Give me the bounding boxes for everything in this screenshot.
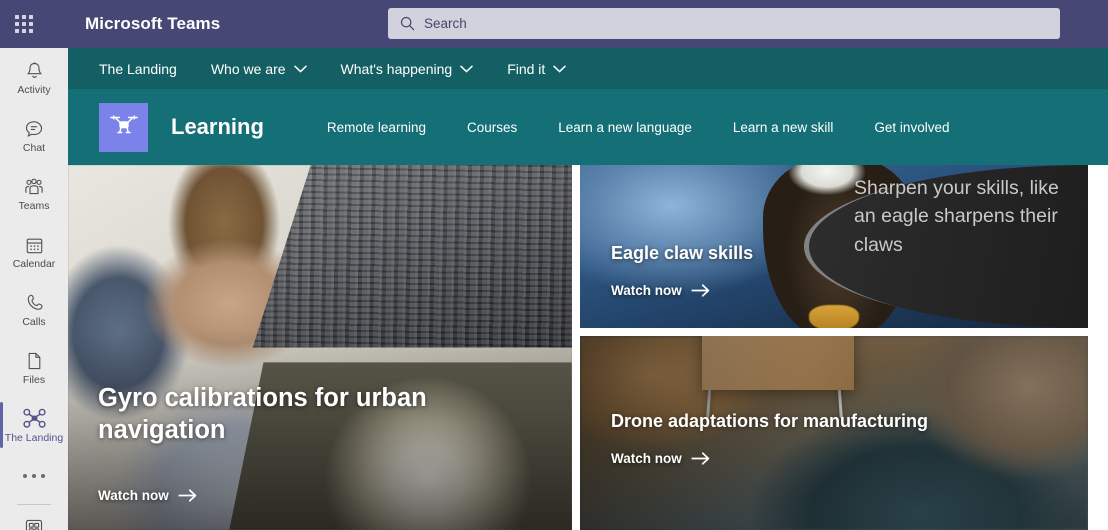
eagle-talon-region xyxy=(808,305,860,328)
sidebar-more-button[interactable] xyxy=(0,454,68,498)
card-title: Gyro calibrations for urban navigation xyxy=(98,383,427,444)
app-launcher-button[interactable] xyxy=(0,0,48,48)
people-icon xyxy=(22,174,46,197)
sidebar-item-label: Teams xyxy=(18,200,50,213)
chat-bubble-icon xyxy=(22,116,46,139)
hero-scrim xyxy=(68,165,572,530)
chevron-down-icon xyxy=(460,65,473,73)
drone-icon xyxy=(109,111,139,143)
card-eagle-claw-skills[interactable]: Sharpen your skills, like an eagle sharp… xyxy=(580,165,1088,328)
sidebar-item-files[interactable]: Files xyxy=(0,338,68,396)
nav-item-label: Who we are xyxy=(210,60,286,77)
sidebar-item-label: Chat xyxy=(22,142,46,155)
watch-now-label: Watch now xyxy=(98,488,169,503)
site-link-learn-a-new-language[interactable]: Learn a new language xyxy=(558,120,692,135)
eagle-quote-text: Sharpen your skills, like an eagle sharp… xyxy=(854,177,1059,256)
watch-now-link[interactable]: Watch now xyxy=(98,488,197,503)
app-title: Microsoft Teams xyxy=(85,14,221,33)
nav-item-label: The Landing xyxy=(99,60,177,77)
site-title: Learning xyxy=(171,114,264,139)
sidebar-item-label: The Landing xyxy=(4,432,64,445)
card-title: Eagle claw skills xyxy=(611,243,754,263)
nav-item-label: What's happening xyxy=(340,60,453,77)
apps-grid-icon xyxy=(24,518,44,530)
sidebar-item-calls[interactable]: Calls xyxy=(0,280,68,338)
sidebar-item-chat[interactable]: Chat xyxy=(0,106,68,164)
watch-now-label: Watch now xyxy=(611,451,682,466)
left-rail: Activity Chat Teams Calendar Calls Files… xyxy=(0,48,68,530)
app-launcher-grid-icon xyxy=(15,15,33,33)
content-canvas: Gyro calibrations for urban navigation W… xyxy=(68,165,1108,530)
sidebar-item-label: Files xyxy=(22,374,46,387)
sidebar-item-activity[interactable]: Activity xyxy=(0,48,68,106)
watch-now-link[interactable]: Watch now xyxy=(611,283,710,298)
sidebar-item-the-landing[interactable]: The Landing xyxy=(0,396,68,454)
site-link-get-involved[interactable]: Get involved xyxy=(874,120,949,135)
nav-item-the-landing[interactable]: The Landing xyxy=(99,61,177,77)
bell-icon xyxy=(22,58,46,81)
app-header: Microsoft Teams Search xyxy=(0,0,1108,48)
sidebar-item-label: Activity xyxy=(17,84,51,97)
more-horizontal-icon xyxy=(21,474,48,478)
drone-scrim xyxy=(580,336,1088,530)
drone-icon xyxy=(22,406,46,429)
calendar-icon xyxy=(22,232,46,255)
site-link-courses[interactable]: Courses xyxy=(467,120,517,135)
chevron-down-icon xyxy=(293,65,307,73)
sidebar-apps-button[interactable] xyxy=(0,505,68,530)
arrow-right-icon xyxy=(691,284,710,297)
sidebar-item-label: Calls xyxy=(22,316,46,329)
nav-item-who-we-are[interactable]: Who we are xyxy=(211,61,307,77)
site-header: Learning Remote learning Courses Learn a… xyxy=(68,89,1108,165)
site-navigation-bar: The Landing Who we are What's happening … xyxy=(68,48,1108,89)
site-logo[interactable] xyxy=(99,102,148,152)
watch-now-link[interactable]: Watch now xyxy=(611,451,710,466)
watch-now-label: Watch now xyxy=(611,283,682,298)
card-drone-adaptations[interactable]: Drone adaptations for manufacturing Watc… xyxy=(580,336,1088,530)
nav-item-find-it[interactable]: Find it xyxy=(507,60,567,77)
search-bar[interactable]: Search xyxy=(388,8,1060,39)
card-title: Drone adaptations for manufacturing xyxy=(611,411,929,431)
site-link-learn-a-new-skill[interactable]: Learn a new skill xyxy=(733,120,834,135)
phone-icon xyxy=(22,290,46,313)
file-icon xyxy=(22,348,46,371)
search-icon xyxy=(400,16,415,31)
search-input[interactable]: Search xyxy=(424,17,467,31)
sidebar-item-teams[interactable]: Teams xyxy=(0,164,68,222)
sidebar-item-label: Calendar xyxy=(12,258,56,271)
chevron-down-icon xyxy=(553,65,567,73)
sidebar-item-calendar[interactable]: Calendar xyxy=(0,222,68,280)
arrow-right-icon xyxy=(178,489,197,502)
nav-item-label: Find it xyxy=(507,60,546,77)
site-links: Remote learning Courses Learn a new lang… xyxy=(327,120,991,135)
nav-item-whats-happening[interactable]: What's happening xyxy=(341,61,474,77)
card-gyro-calibrations[interactable]: Gyro calibrations for urban navigation W… xyxy=(68,165,572,530)
site-link-remote-learning[interactable]: Remote learning xyxy=(327,120,426,135)
arrow-right-icon xyxy=(691,452,710,465)
